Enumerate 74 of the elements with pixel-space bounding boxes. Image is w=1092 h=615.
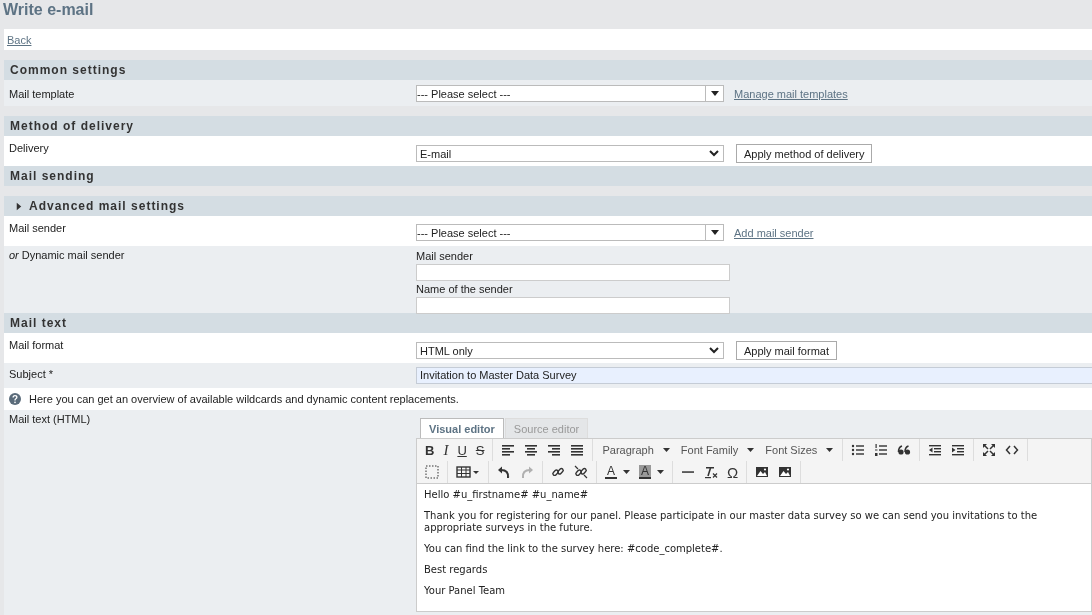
section-title: Method of delivery [10,119,134,133]
manage-link[interactable]: Manage mail templates [734,87,848,100]
numbered-list-icon[interactable] [874,443,889,457]
toolbar-dropdown[interactable]: Font Family [676,444,759,456]
chevron-icon[interactable] [709,150,719,157]
caret-icon[interactable] [710,91,719,96]
apply-button[interactable]: Apply method of delivery [736,144,873,163]
mail-paragraph: Thank you for registering for our panel. Please participate in our master data survey so we can send you invitations to the appropriate surveys in the future. [424,510,1039,534]
mail-paragraph: Best regards [424,564,489,576]
subject-field[interactable]: Invitation to Master Data Survey [416,367,1092,384]
code-icon[interactable] [1005,443,1020,457]
manage-link[interactable]: Add mail sender [734,226,814,239]
caret-icon[interactable] [623,470,630,474]
caret-icon[interactable] [662,448,670,452]
toolbar-dropdown[interactable]: Paragraph [598,444,674,456]
dotted-box-icon[interactable] [425,465,439,479]
field-label: Mail template [9,88,75,100]
bullet-list-icon[interactable] [851,443,866,457]
input-field[interactable] [416,264,730,281]
align-center-icon[interactable] [524,443,539,457]
mail-paragraph: You can find the link to the survey here: #code_complete#. [424,543,724,555]
field-label: or Dynamic mail sender [9,249,125,261]
align-left-icon[interactable] [501,443,516,457]
unlink-icon[interactable] [574,465,588,479]
undo-icon[interactable] [497,465,511,479]
back-link[interactable]: Back [7,33,32,46]
italic-button[interactable]: I [440,441,452,459]
image-icon[interactable] [778,465,793,479]
field-label: Mail text (HTML) [9,413,91,425]
select-field[interactable]: --- Please select --- [416,224,724,241]
editor-tab[interactable]: Visual editor [420,418,504,438]
field-label: Name of the sender [416,283,514,297]
caret-icon[interactable] [710,230,719,235]
indent-icon[interactable] [951,443,966,457]
section-title: Mail sending [10,169,95,183]
table-icon[interactable] [456,465,480,479]
expand-arrow-icon[interactable] [16,201,22,211]
clear-format-icon[interactable] [704,465,719,479]
select-field[interactable]: E-mail [416,145,724,162]
select-field[interactable]: --- Please select --- [416,85,724,102]
align-right-icon[interactable] [547,443,562,457]
link-icon[interactable] [551,465,565,479]
fullscreen-icon[interactable] [982,443,997,457]
page-title: Write e-mail [3,0,95,20]
section-title: Advanced mail settings [29,199,186,213]
image-icon[interactable] [755,465,770,479]
section-title: Mail text [10,316,67,330]
strikethrough-button[interactable]: S [472,442,488,458]
justify-icon[interactable] [570,443,585,457]
input-field[interactable] [416,297,730,314]
caret-icon[interactable] [826,448,834,452]
mail-paragraph: Hello #u_firstname# #u_name# [424,489,590,501]
help-icon[interactable] [9,393,21,405]
field-label: Mail sender [9,222,66,234]
field-label: Subject * [9,368,54,380]
toolbar-dropdown[interactable]: Font Sizes [761,444,838,456]
field-label: Mail sender [416,250,474,264]
field-label: Mail format [9,339,64,351]
quote-icon[interactable] [897,443,912,457]
field-label: Delivery [9,142,49,154]
background-color-button[interactable]: A [636,465,668,479]
info-text: Here you can get an overview of available wildcards and dynamic content replacements. [29,393,459,405]
underline-button[interactable]: U [454,442,470,458]
caret-icon[interactable] [657,470,665,474]
special-character-button[interactable]: Ω [724,463,742,481]
bold-button[interactable]: B [422,442,438,458]
apply-button[interactable]: Apply mail format [736,341,837,360]
chevron-icon[interactable] [709,347,719,354]
select-field[interactable]: HTML only [416,342,724,359]
mail-paragraph: Your Panel Team [424,585,507,597]
outdent-icon[interactable] [928,443,943,457]
text-color-button[interactable]: A [602,465,633,479]
caret-icon[interactable] [747,448,755,452]
section-title: Common settings [10,63,127,77]
